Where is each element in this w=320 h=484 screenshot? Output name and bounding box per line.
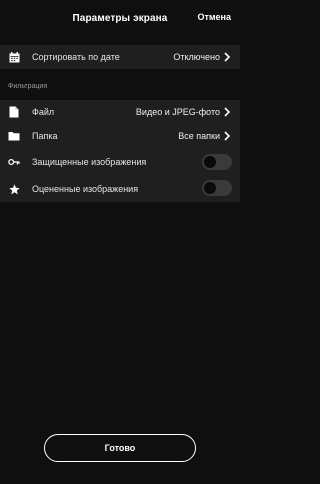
star-icon — [8, 183, 20, 195]
rated-images-row: Оцененные изображения — [0, 176, 240, 202]
protected-images-toggle[interactable] — [202, 154, 232, 170]
filter-section-label: Фильтрация — [8, 83, 48, 90]
file-filter-row[interactable]: Файл Видео и JPEG-фото — [0, 100, 240, 124]
toggle-knob — [204, 156, 216, 168]
protected-images-label: Защищенные изображения — [32, 157, 147, 167]
folder-icon — [8, 130, 20, 142]
folder-filter-row[interactable]: Папка Все папки — [0, 124, 240, 148]
chevron-right-icon — [224, 107, 231, 117]
folder-filter-value: Все папки — [178, 131, 220, 141]
rated-images-toggle[interactable] — [202, 180, 232, 196]
calendar-icon — [8, 51, 20, 63]
chevron-right-icon — [224, 52, 231, 62]
protected-images-row: Защищенные изображения — [0, 148, 240, 176]
page-title: Параметры экрана — [72, 12, 168, 24]
key-icon — [8, 156, 20, 168]
file-icon — [8, 106, 20, 118]
file-filter-label: Файл — [32, 107, 55, 117]
rated-images-label: Оцененные изображения — [32, 184, 139, 194]
sort-by-date-value: Отключено — [173, 52, 220, 62]
sort-by-date-label: Сортировать по дате — [32, 52, 120, 62]
cancel-button[interactable]: Отмена — [197, 12, 231, 22]
folder-filter-label: Папка — [32, 131, 58, 141]
toggle-knob — [204, 182, 216, 194]
file-filter-value: Видео и JPEG-фото — [135, 107, 220, 117]
sort-by-date-row[interactable]: Сортировать по дате Отключено — [0, 45, 240, 69]
done-button[interactable]: Готово — [44, 434, 196, 462]
header-bar: Параметры экрана Отмена — [0, 0, 240, 36]
chevron-right-icon — [224, 131, 231, 141]
